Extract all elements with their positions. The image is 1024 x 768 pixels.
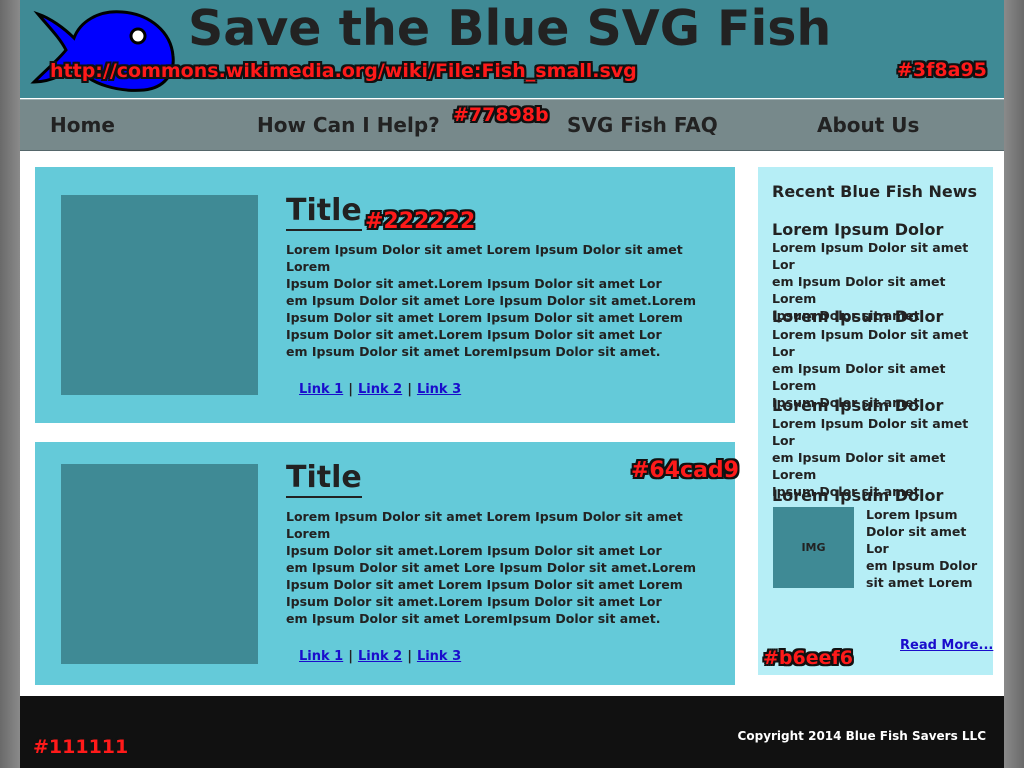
left-page-shadow: [0, 0, 20, 768]
article-card: Title #222222 Lorem Ipsum Dolor sit amet…: [35, 167, 735, 423]
news-item-title[interactable]: Lorem Ipsum Dolor: [772, 396, 943, 415]
news-item-title[interactable]: Lorem Ipsum Dolor: [772, 220, 943, 239]
sidebar-color-label: #b6eef6: [763, 647, 853, 669]
news-item-text: Lorem Ipsum Dolor sit amet Lor em Ipsum …: [866, 507, 978, 590]
site-title: Save the Blue SVG Fish: [188, 0, 832, 57]
article-link-2[interactable]: Link 2: [358, 649, 402, 664]
article-title: Title: [286, 460, 362, 498]
news-item-title[interactable]: Lorem Ipsum Dolor: [772, 307, 943, 326]
footer-color-label: #111111: [33, 736, 129, 758]
right-page-shadow: [1004, 0, 1024, 768]
page: Save the Blue SVG Fish http://commons.wi…: [20, 0, 1004, 768]
nav-color-label: #77898b: [453, 104, 549, 126]
article-link-2[interactable]: Link 2: [358, 382, 402, 397]
article-body: Lorem Ipsum Dolor sit amet Lorem Ipsum D…: [286, 509, 696, 626]
source-url-label: http://commons.wikimedia.org/wiki/File:F…: [50, 60, 637, 82]
news-image-placeholder: IMG: [773, 507, 854, 588]
header-color-label: #3f8a95: [897, 59, 987, 81]
news-sidebar: Recent Blue Fish News Lorem Ipsum Dolor …: [758, 167, 993, 675]
site-header: Save the Blue SVG Fish http://commons.wi…: [20, 0, 1004, 98]
article-links: Link 1 | Link 2 | Link 3: [299, 382, 462, 397]
title-color-label: #222222: [365, 209, 476, 234]
article-link-3[interactable]: Link 3: [417, 382, 461, 397]
article-color-label: #64cad9: [631, 458, 739, 483]
nav-item-svg-fish-faq[interactable]: SVG Fish FAQ: [567, 113, 718, 137]
sidebar-heading: Recent Blue Fish News: [772, 182, 978, 201]
article-body: Lorem Ipsum Dolor sit amet Lorem Ipsum D…: [286, 242, 696, 359]
article-link-3[interactable]: Link 3: [417, 649, 461, 664]
article-links: Link 1 | Link 2 | Link 3: [299, 649, 462, 664]
main-nav: Home How Can I Help? SVG Fish FAQ About …: [20, 99, 1004, 151]
article-link-1[interactable]: Link 1: [299, 649, 343, 664]
nav-item-about-us[interactable]: About Us: [817, 113, 919, 137]
read-more-link[interactable]: Read More...: [900, 638, 993, 653]
article-image-placeholder: [61, 195, 258, 395]
article-link-1[interactable]: Link 1: [299, 382, 343, 397]
article-card: Title #64cad9 Lorem Ipsum Dolor sit amet…: [35, 442, 739, 685]
nav-item-how-can-i-help[interactable]: How Can I Help?: [257, 113, 440, 137]
news-item-title[interactable]: Lorem Ipsum Dolor: [772, 486, 943, 505]
article-image-placeholder: [61, 464, 258, 664]
article-title: Title: [286, 193, 362, 231]
nav-item-home[interactable]: Home: [50, 113, 115, 137]
copyright-text: Copyright 2014 Blue Fish Savers LLC: [737, 729, 986, 743]
site-footer: Copyright 2014 Blue Fish Savers LLC #111…: [20, 696, 1004, 768]
